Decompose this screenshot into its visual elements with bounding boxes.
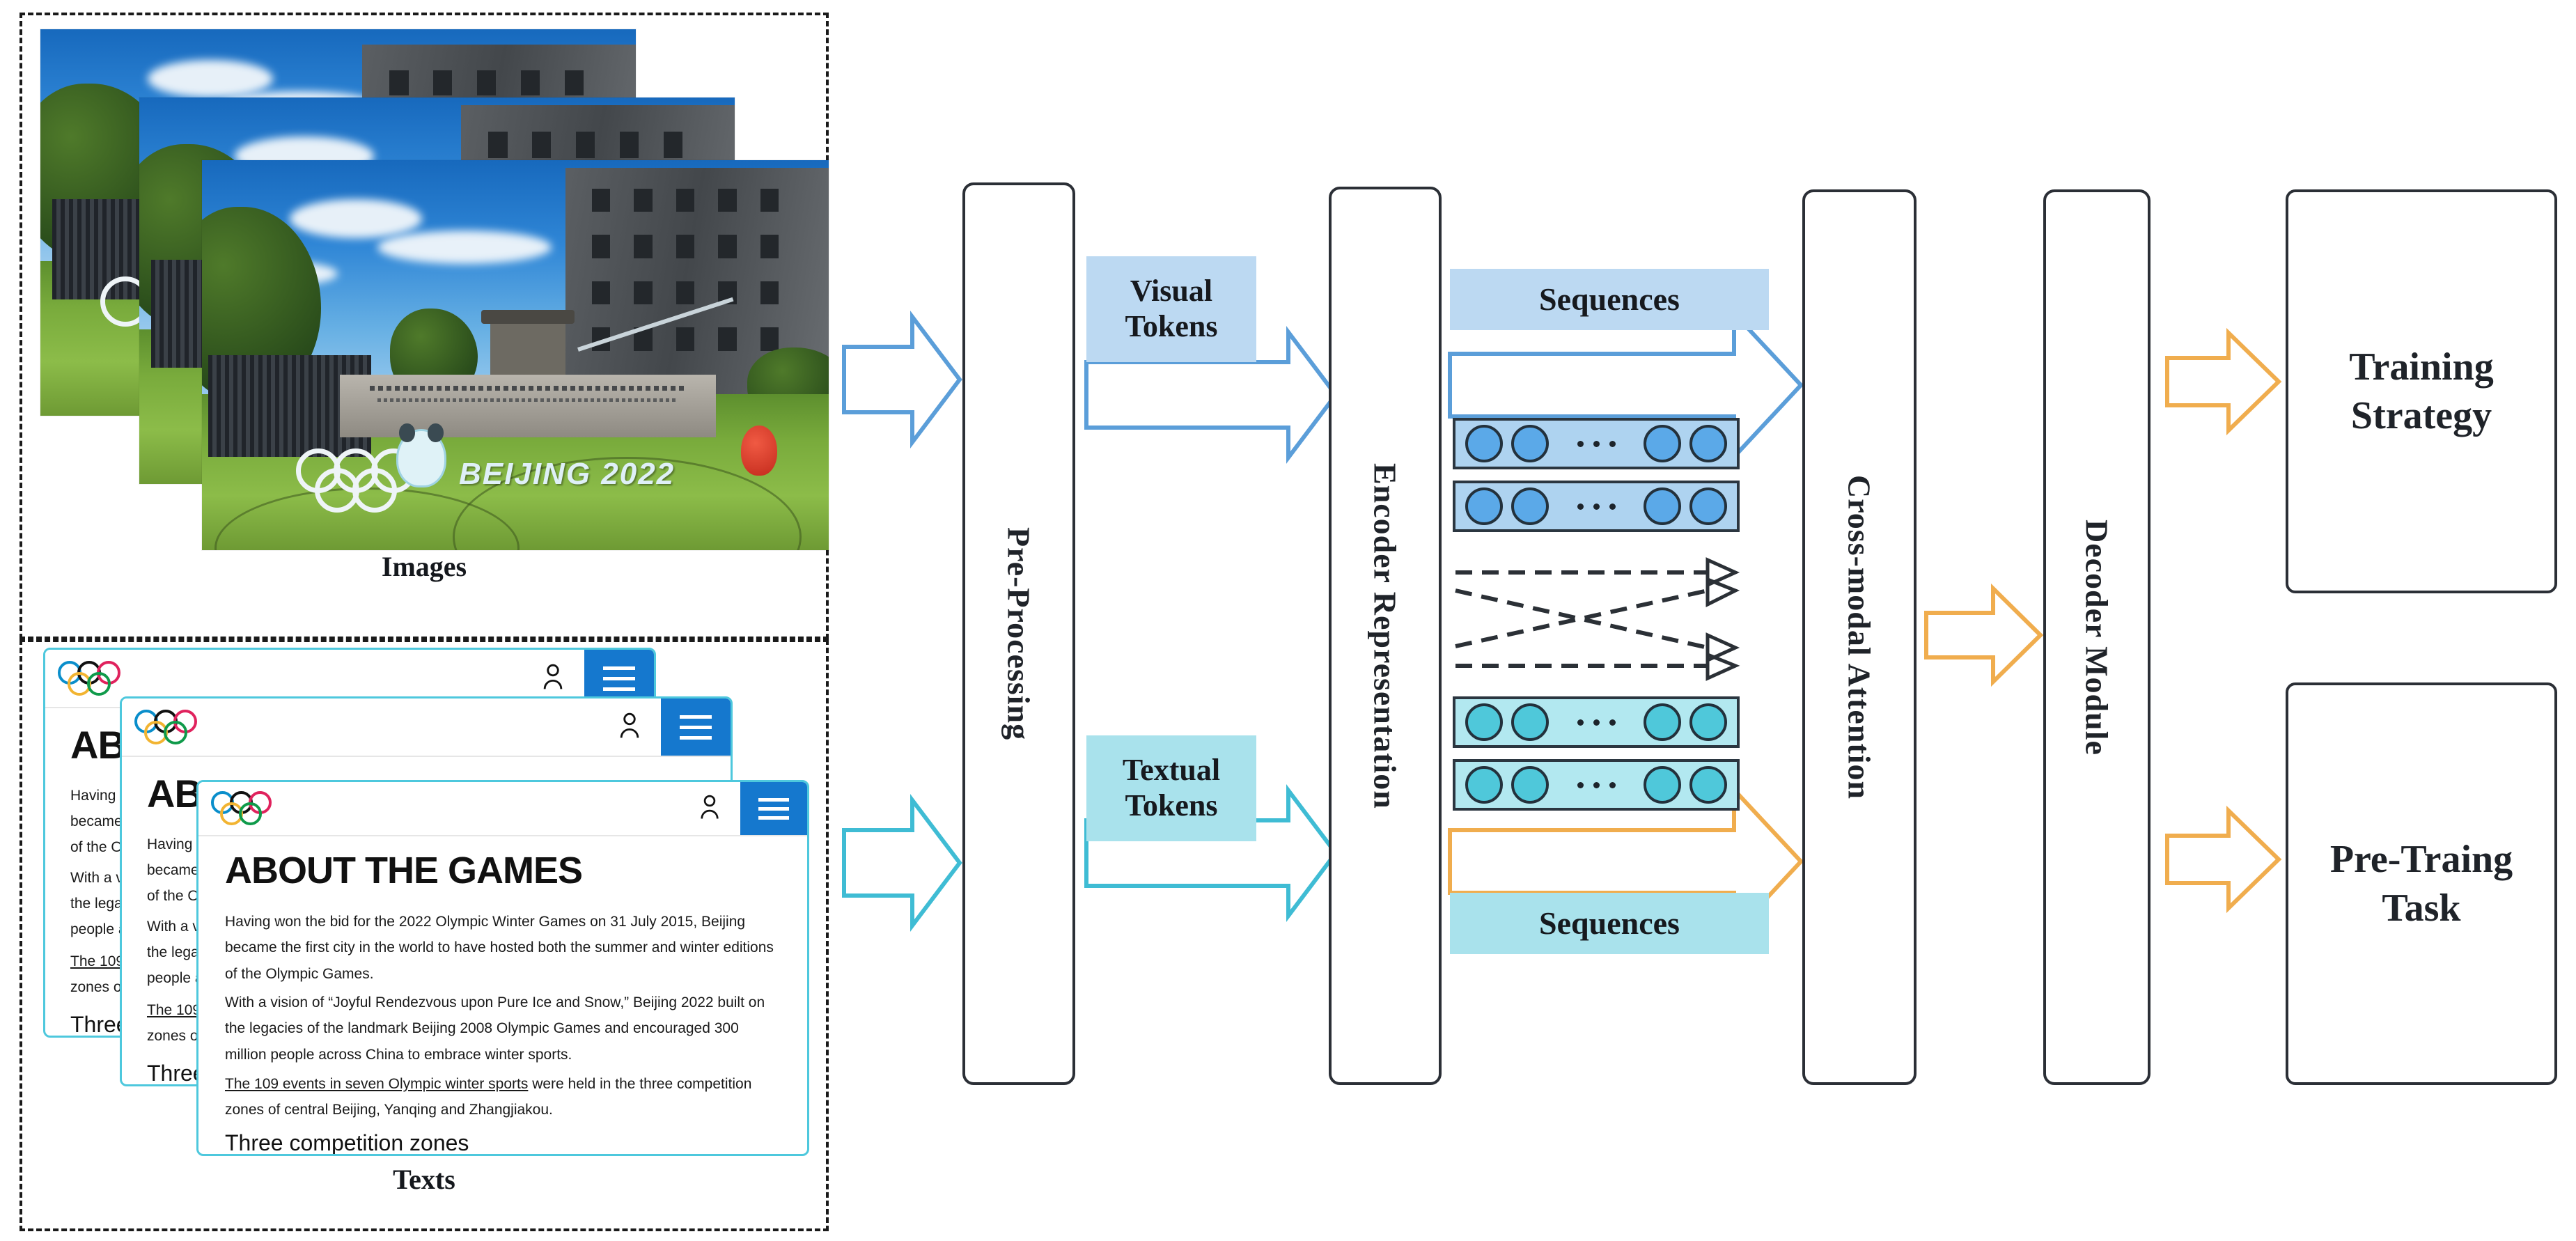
pretrain-task-label: Pre-Traing Task <box>2329 838 2513 930</box>
token-circle <box>1511 425 1549 462</box>
user-account-icon[interactable] <box>697 793 722 825</box>
encoder-representation-label: Encoder Representation <box>1367 462 1403 809</box>
chinese-sign-text <box>370 386 686 391</box>
texts-caption: Texts <box>393 1164 455 1195</box>
doc-link[interactable]: The 109 events in seven Olympic winter s… <box>225 1076 528 1092</box>
doc-subheading: Three competition zones <box>225 1130 469 1155</box>
ellipsis-dots <box>1549 503 1644 510</box>
arrow-decoder-to-training-strategy <box>2165 327 2282 436</box>
token-circle <box>1465 425 1503 462</box>
attention-arrowhead-4 <box>1705 652 1740 681</box>
attention-arrowhead-1 <box>1705 557 1740 588</box>
cross-modal-attention-box[interactable]: Cross-modal Attention <box>1802 189 1917 1085</box>
doc-toolbar <box>198 782 807 836</box>
decoder-module-box[interactable]: Decoder Module <box>2043 189 2150 1085</box>
token-circle <box>1644 703 1681 741</box>
doc-paragraph-3: The 109 events in seven Olympic winter s… <box>225 1071 782 1123</box>
visual-tokens-chip[interactable]: Visual Tokens <box>1086 256 1256 362</box>
token-circle <box>1689 766 1727 804</box>
arrow-texts-to-preprocessing <box>842 794 962 932</box>
doc-title: ABOUT THE GAMES <box>225 850 583 891</box>
olympic-rings-icon <box>134 707 225 747</box>
token-circle <box>1465 766 1503 804</box>
token-circle <box>1644 425 1681 462</box>
doc-paragraph-2: With a vision of “Joyful Rendezvous upon… <box>225 994 765 1063</box>
arrow-images-to-preprocessing <box>842 311 962 448</box>
decoder-module-label: Decoder Module <box>2079 519 2115 756</box>
preprocessing-label: Pre-Processing <box>1001 526 1037 741</box>
cloud <box>377 230 552 264</box>
ellipsis-dots <box>1549 719 1644 726</box>
training-strategy-box[interactable]: Training Strategy <box>2286 189 2557 593</box>
sequences-chip-top[interactable]: Sequences <box>1450 269 1769 330</box>
token-circle <box>1644 487 1681 525</box>
arrow-cross-modal-to-decoder <box>1924 583 2044 687</box>
ellipsis-dots <box>1549 440 1644 447</box>
token-circle <box>1511 703 1549 741</box>
cross-modal-attention-label: Cross-modal Attention <box>1841 474 1878 800</box>
token-circle <box>1511 487 1549 525</box>
token-circle <box>1465 703 1503 741</box>
training-strategy-label: Training Strategy <box>2349 345 2494 437</box>
visual-token-row-2 <box>1453 481 1740 532</box>
ellipsis-dots <box>1549 781 1644 788</box>
shuey-rhon-rhon-mascot <box>741 425 777 476</box>
hamburger-menu-icon[interactable] <box>661 698 731 756</box>
beijing-2022-sign-text: BEIJING 2022 <box>459 456 676 491</box>
arrow-decoder-to-pretrain-task <box>2165 805 2282 914</box>
hamburger-menu-icon[interactable] <box>740 782 807 835</box>
encoder-representation-box[interactable]: Encoder Representation <box>1329 187 1442 1085</box>
token-circle <box>1644 766 1681 804</box>
textual-token-row-1 <box>1453 696 1740 748</box>
doc-paragraph-1: Having won the bid for the 2022 Olympic … <box>225 914 774 982</box>
attention-link-diag-down <box>1455 588 1708 650</box>
text-card-front[interactable]: ABOUT THE GAMES Having won the bid for t… <box>196 780 809 1156</box>
token-circle <box>1689 487 1727 525</box>
pavilion <box>481 310 575 383</box>
cloud <box>147 60 273 98</box>
pretrain-task-box[interactable]: Pre-Traing Task <box>2286 682 2557 1085</box>
token-circle <box>1689 703 1727 741</box>
image-card-front[interactable]: BEIJING 2022 <box>202 160 829 550</box>
user-account-icon[interactable] <box>616 710 643 744</box>
token-circle <box>1689 425 1727 462</box>
visual-token-row-1 <box>1453 418 1740 469</box>
token-circle <box>1511 766 1549 804</box>
bing-dwen-dwen-mascot <box>396 423 446 488</box>
olympic-ring <box>352 468 397 513</box>
olympic-rings-icon <box>58 658 148 698</box>
sequences-chip-bottom[interactable]: Sequences <box>1450 893 1769 954</box>
attention-link-diag-up <box>1455 588 1708 648</box>
cloud <box>290 199 422 238</box>
images-caption: Images <box>381 551 467 582</box>
attention-arrowhead-3 <box>1705 632 1740 663</box>
venue-sign-wall <box>340 375 716 437</box>
english-sign-text <box>377 398 678 402</box>
token-circle <box>1465 487 1503 525</box>
textual-token-row-2 <box>1453 759 1740 811</box>
preprocessing-box[interactable]: Pre-Processing <box>962 182 1075 1085</box>
textual-tokens-chip[interactable]: Textual Tokens <box>1086 735 1256 841</box>
olympic-rings-icon <box>211 789 302 828</box>
attention-arrowhead-2 <box>1705 577 1740 608</box>
user-account-icon[interactable] <box>540 662 566 696</box>
doc-toolbar <box>122 698 731 757</box>
